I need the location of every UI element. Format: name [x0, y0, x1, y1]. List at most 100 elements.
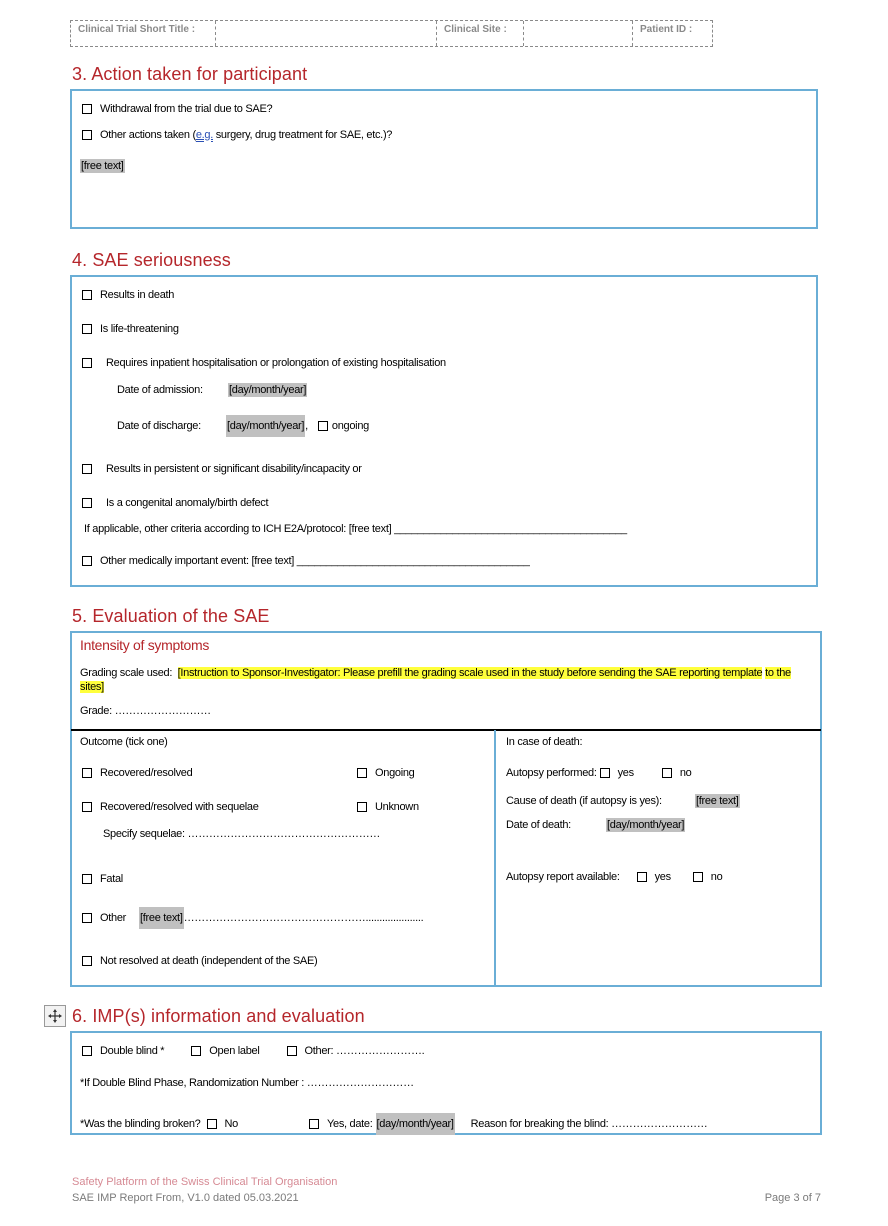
intensity-title: Intensity of symptoms — [80, 637, 210, 653]
blind-break-date-field[interactable]: [day/month/year] — [375, 1113, 455, 1135]
blinding-yes-checkbox[interactable] — [308, 1119, 319, 1129]
cause-of-death-row: Cause of death (if autopsy is yes): [fre… — [506, 794, 740, 808]
grade-field[interactable]: Grade: ……………………… — [80, 705, 211, 717]
cause-of-death-field[interactable]: [free text] — [695, 794, 740, 808]
checkbox[interactable] — [82, 556, 92, 566]
free-text-field[interactable]: [free text] — [80, 159, 125, 173]
option-label: Requires inpatient hospitalisation or pr… — [106, 357, 446, 369]
checkbox[interactable] — [82, 464, 92, 474]
admission-date-row: Date of admission: [day/month/year] — [117, 383, 308, 397]
checkbox[interactable] — [357, 768, 367, 778]
checkbox[interactable] — [82, 130, 92, 140]
checkbox[interactable] — [82, 104, 92, 114]
yes-label: yes — [617, 767, 635, 779]
other-dots: ……………………………………………..................... — [183, 912, 424, 924]
sequelae-text: Specify sequelae: ……………………………………………… — [103, 828, 381, 840]
trial-title-field[interactable] — [216, 21, 437, 46]
outcome-ongoing[interactable]: Ongoing — [357, 767, 415, 779]
outcome-not-resolved[interactable]: Not resolved at death (independent of th… — [82, 955, 318, 967]
life-threatening-option[interactable]: Is life-threatening — [82, 323, 179, 335]
trial-title-label: Clinical Trial Short Title : — [71, 21, 216, 46]
ongoing-checkbox[interactable] — [317, 421, 328, 431]
grading-scale-row: Grading scale used: [Instruction to Spon… — [80, 666, 816, 694]
option-label: Results in persistent or significant dis… — [106, 463, 362, 475]
autopsy-yes-checkbox[interactable] — [599, 768, 610, 778]
double-blind-checkbox[interactable] — [82, 1046, 92, 1056]
withdrawal-option[interactable]: Withdrawal from the trial due to SAE? — [82, 103, 273, 115]
death-title: In case of death: — [506, 736, 583, 748]
checkbox[interactable] — [82, 290, 92, 300]
section-3-title: 3. Action taken for participant — [72, 64, 308, 84]
divider — [71, 729, 821, 731]
admission-label: Date of admission: — [117, 384, 203, 396]
checkbox[interactable] — [357, 802, 367, 812]
yes-label: yes — [654, 871, 672, 883]
randomization-text: *If Double Blind Phase, Randomization Nu… — [80, 1077, 414, 1089]
reason-field[interactable]: Reason for breaking the blind: ……………………… — [471, 1118, 708, 1130]
move-icon — [48, 1009, 62, 1023]
hospitalisation-option[interactable]: Requires inpatient hospitalisation or pr… — [82, 357, 446, 369]
grading-label: Grading scale used: — [80, 667, 173, 679]
checkbox[interactable] — [82, 874, 92, 884]
sequelae-field[interactable]: Specify sequelae: ……………………………………………… — [103, 828, 380, 840]
other-label: Other: ……………………. — [304, 1045, 425, 1057]
checkbox[interactable] — [82, 324, 92, 334]
page-number: Page 3 of 7 — [764, 1192, 821, 1204]
free-text-placeholder: [free text] — [80, 159, 125, 173]
autopsy-label: Autopsy performed: — [506, 767, 597, 779]
outcome-unknown[interactable]: Unknown — [357, 801, 419, 813]
report-no-checkbox[interactable] — [692, 872, 703, 882]
other-free-text-field[interactable]: [free text] — [139, 907, 184, 929]
clinical-site-label: Clinical Site : — [437, 21, 524, 46]
outcome-fatal[interactable]: Fatal — [82, 873, 123, 885]
open-label-label: Open label — [209, 1045, 260, 1057]
ongoing-label: ongoing — [331, 420, 369, 432]
no-label: no — [710, 871, 723, 883]
autopsy-performed-row: Autopsy performed: yes no — [506, 767, 692, 779]
checkbox[interactable] — [82, 913, 92, 923]
option-label: Is life-threatening — [100, 323, 179, 335]
checkbox[interactable] — [82, 358, 92, 368]
other-checkbox[interactable] — [286, 1046, 297, 1056]
report-yes-checkbox[interactable] — [636, 872, 647, 882]
checkbox[interactable] — [82, 498, 92, 508]
outcome-recovered[interactable]: Recovered/resolved — [82, 767, 193, 779]
ich-criteria-text: If applicable, other criteria according … — [84, 523, 627, 535]
autopsy-no-checkbox[interactable] — [661, 768, 672, 778]
yes-date-label: Yes, date: — [326, 1118, 373, 1130]
discharge-date-field[interactable]: [day/month/year] — [226, 415, 306, 437]
checkbox[interactable] — [82, 802, 92, 812]
no-label: No — [224, 1118, 239, 1130]
option-label: Ongoing — [375, 767, 415, 779]
clinical-site-field[interactable] — [524, 21, 633, 46]
congenital-anomaly-option[interactable]: Is a congenital anomaly/birth defect — [82, 497, 269, 509]
results-in-death-option[interactable]: Results in death — [82, 289, 174, 301]
table-move-handle[interactable] — [44, 1005, 66, 1027]
checkbox[interactable] — [82, 768, 92, 778]
double-blind-label: Double blind * — [100, 1045, 165, 1057]
outcome-other[interactable]: Other [free text] …………………………………………….....… — [82, 907, 424, 929]
admission-date-field[interactable]: [day/month/year] — [228, 383, 308, 397]
section-5-title: 5. Evaluation of the SAE — [72, 606, 270, 626]
ich-criteria-field[interactable]: If applicable, other criteria according … — [84, 523, 627, 535]
option-label: Recovered/resolved — [100, 767, 193, 779]
option-label: Other medically important event: [free t… — [100, 555, 530, 567]
other-medical-event-option[interactable]: Other medically important event: [free t… — [82, 555, 530, 567]
open-label-checkbox[interactable] — [191, 1046, 202, 1056]
column-divider — [494, 730, 496, 986]
other-actions-option[interactable]: Other actions taken (e.g. surgery, drug … — [82, 129, 392, 141]
disability-option[interactable]: Results in persistent or significant dis… — [82, 463, 362, 475]
section-6-title: 6. IMP(s) information and evaluation — [72, 1006, 365, 1026]
outcome-title-text: Outcome (tick one) — [80, 736, 168, 748]
blinding-no-checkbox[interactable] — [206, 1119, 217, 1129]
randomization-field[interactable]: *If Double Blind Phase, Randomization Nu… — [80, 1077, 414, 1089]
option-label: Unknown — [375, 801, 419, 813]
blinding-broken-row: *Was the blinding broken? No Yes, date: … — [80, 1113, 708, 1135]
option-label: Other actions taken (e.g. surgery, drug … — [100, 129, 393, 141]
checkbox[interactable] — [82, 956, 92, 966]
autopsy-report-label: Autopsy report available: — [506, 871, 620, 883]
section-4-title: 4. SAE seriousness — [72, 250, 231, 270]
death-date-field[interactable]: [day/month/year] — [606, 818, 686, 832]
header-table: Clinical Trial Short Title : Clinical Si… — [70, 20, 713, 47]
outcome-recovered-sequelae[interactable]: Recovered/resolved with sequelae — [82, 801, 259, 813]
